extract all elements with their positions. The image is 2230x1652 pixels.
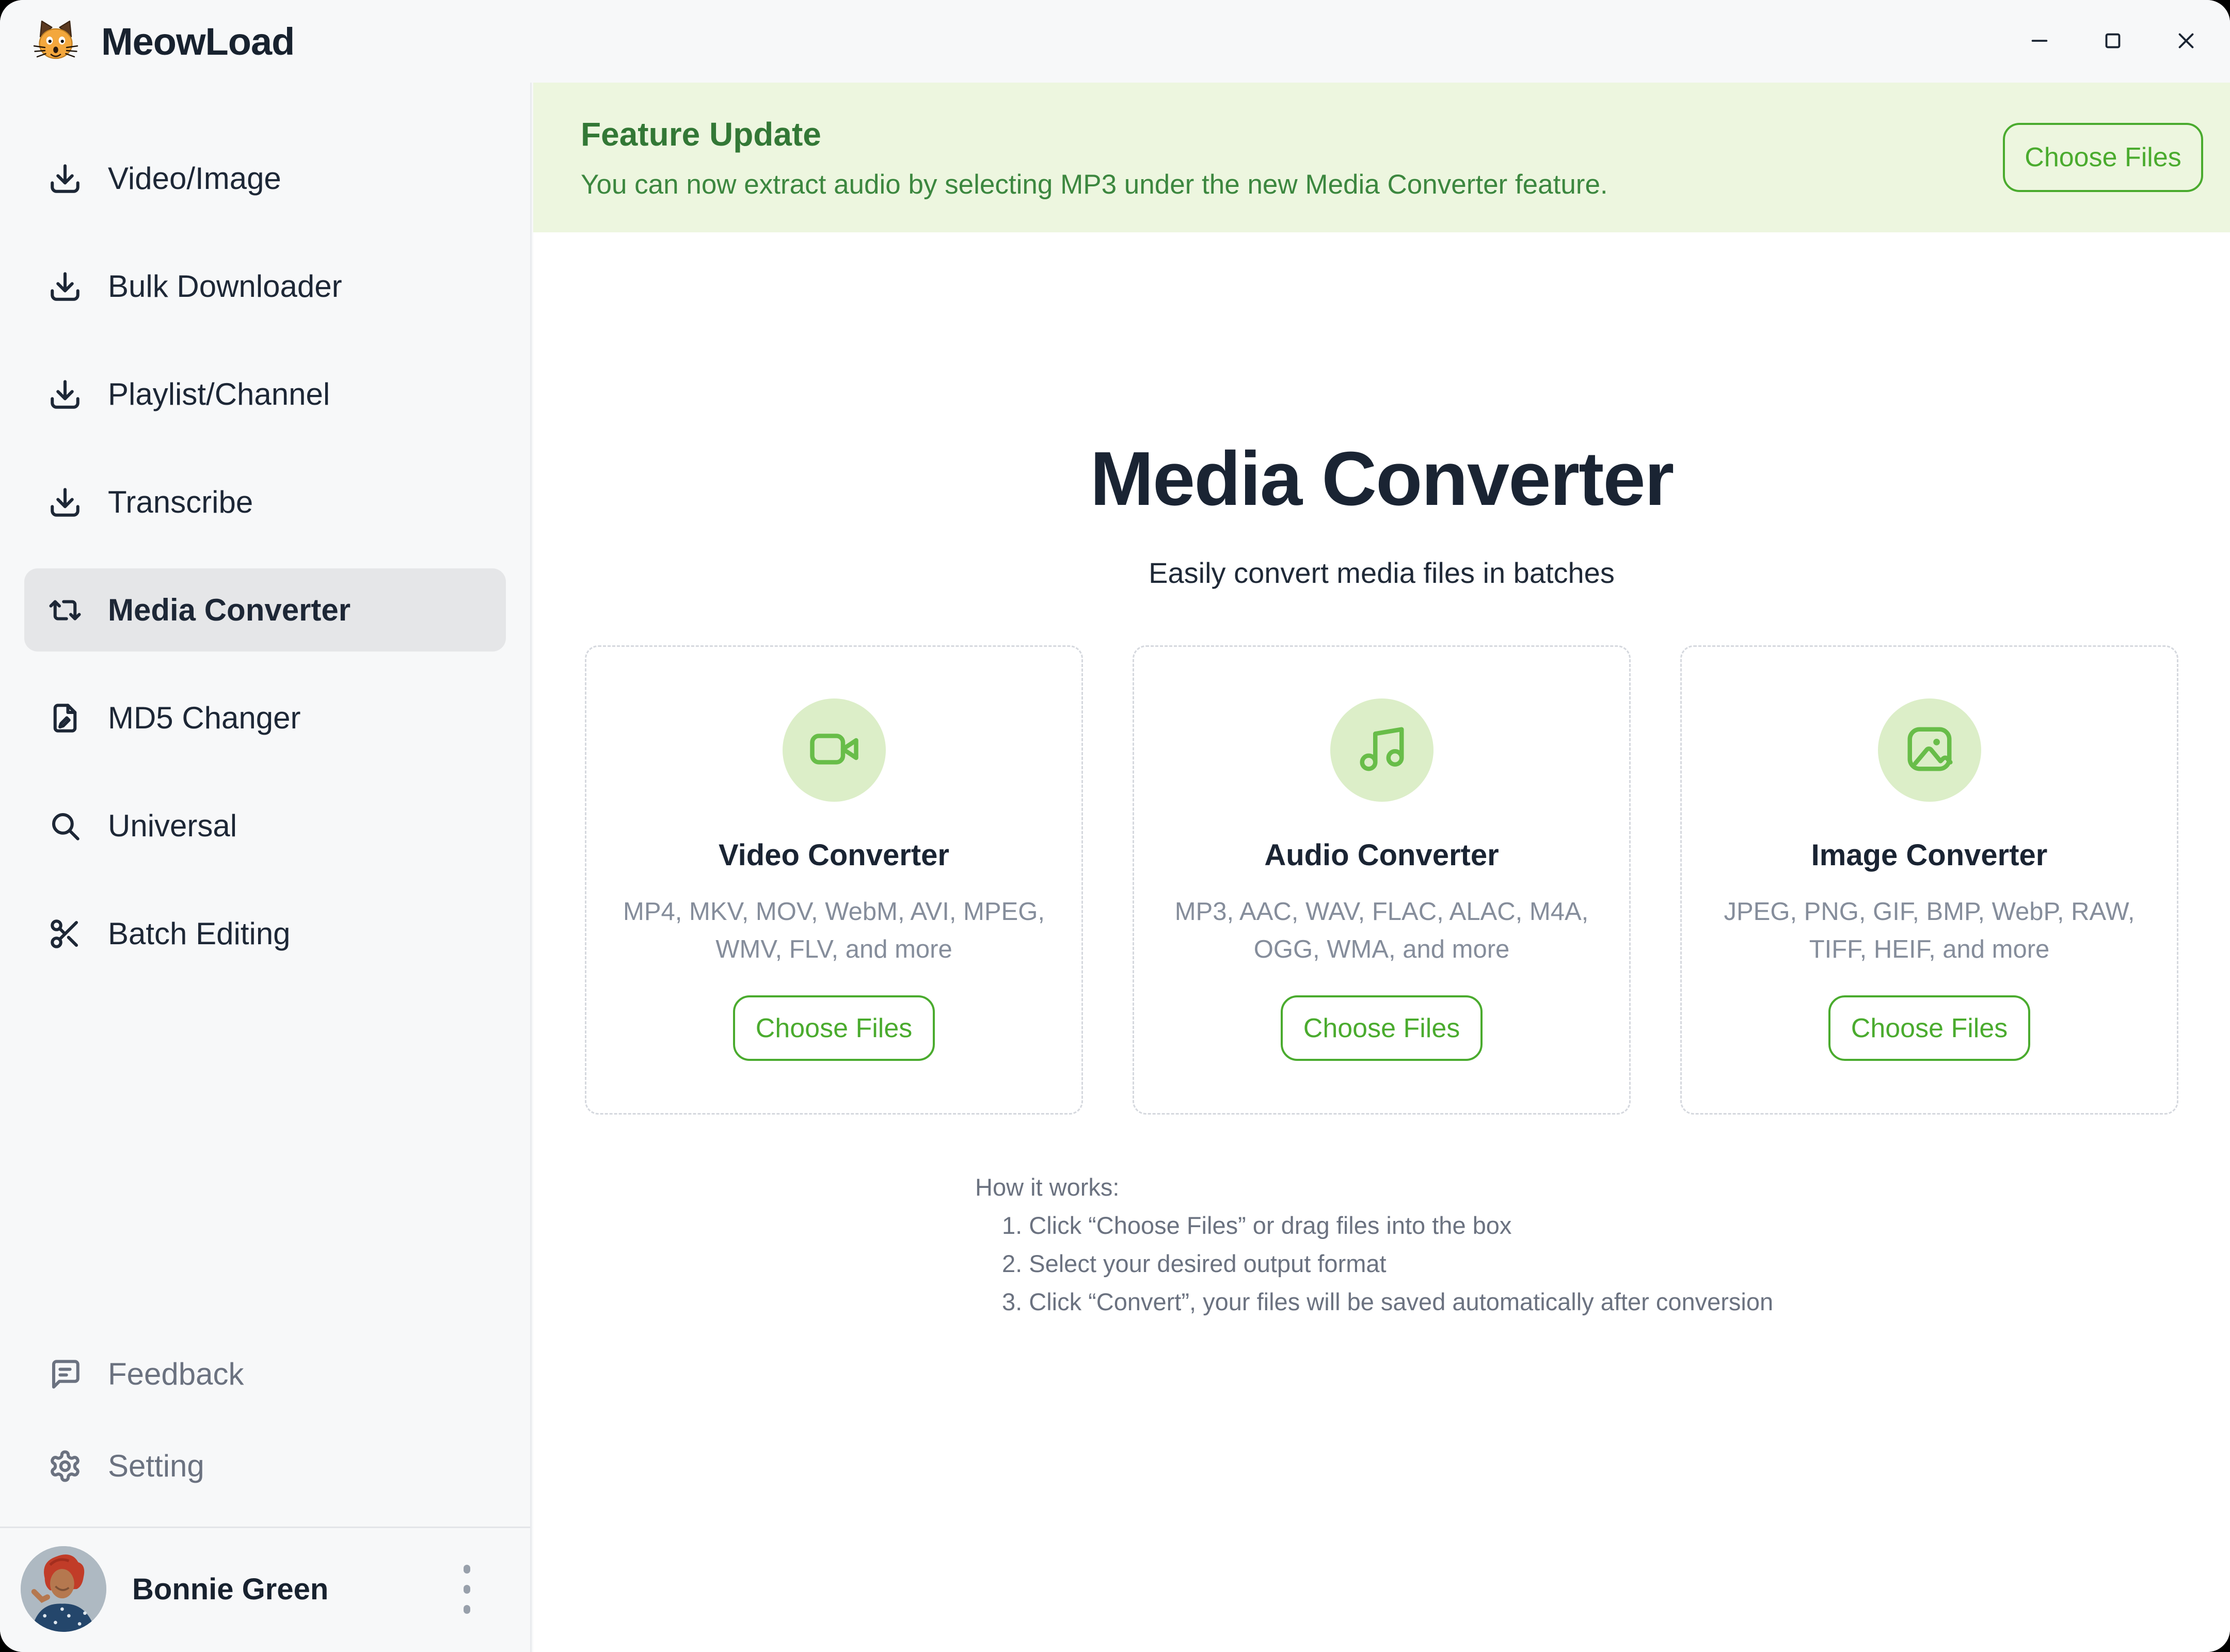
- sidebar-item-label: Feedback: [108, 1356, 244, 1392]
- card-formats: MP3, AAC, WAV, FLAC, ALAC, M4A, OGG, WMA…: [1158, 893, 1605, 968]
- file-pen-icon: [48, 701, 82, 735]
- card-formats: JPEG, PNG, GIF, BMP, WebP, RAW, TIFF, HE…: [1706, 893, 2153, 968]
- image-icon: [1903, 723, 1956, 778]
- video-camera-icon: [808, 723, 861, 778]
- sidebar-item-label: Playlist/Channel: [108, 376, 330, 412]
- download-icon: [48, 485, 82, 519]
- banner-message: You can now extract audio by selecting M…: [581, 169, 1608, 200]
- sidebar-item-label: Batch Editing: [108, 916, 291, 951]
- banner-choose-files-button[interactable]: Choose Files: [2003, 123, 2203, 192]
- download-icon: [48, 269, 82, 304]
- audio-choose-files-button[interactable]: Choose Files: [1281, 995, 1483, 1061]
- repeat-icon: [48, 593, 82, 627]
- converter-cards: Video Converter MP4, MKV, MOV, WebM, AVI…: [533, 645, 2230, 1115]
- page-subtitle: Easily convert media files in batches: [533, 556, 2230, 590]
- video-choose-files-button[interactable]: Choose Files: [733, 995, 935, 1061]
- sidebar-item-label: Transcribe: [108, 484, 253, 520]
- close-icon: [2174, 29, 2198, 54]
- app-window: MeowLoad: [0, 0, 2230, 1652]
- sidebar-divider: [0, 1527, 530, 1528]
- sidebar-item-media-converter[interactable]: Media Converter: [24, 568, 506, 652]
- sidebar: Video/Image Bulk Downloader Playlist/Cha…: [0, 83, 532, 1652]
- card-title: Audio Converter: [1158, 838, 1605, 872]
- main-content: Media Converter Easily convert media fil…: [533, 232, 2230, 1652]
- cat-logo-icon: [31, 17, 81, 66]
- icon-circle: [1878, 698, 1981, 802]
- card-title: Video Converter: [610, 838, 1058, 872]
- sidebar-item-universal[interactable]: Universal: [24, 784, 506, 867]
- feature-update-banner: Feature Update You can now extract audio…: [533, 83, 2230, 232]
- sidebar-item-playlist-channel[interactable]: Playlist/Channel: [24, 353, 506, 436]
- window-controls: [2025, 26, 2201, 57]
- how-it-works-heading: How it works:: [975, 1168, 2230, 1206]
- banner-title: Feature Update: [581, 115, 1608, 153]
- sidebar-item-label: Bulk Downloader: [108, 268, 342, 304]
- sidebar-item-md5-changer[interactable]: MD5 Changer: [24, 676, 506, 759]
- chat-bubble-icon: [48, 1357, 82, 1391]
- card-formats: MP4, MKV, MOV, WebM, AVI, MPEG, WMV, FLV…: [610, 893, 1058, 968]
- sidebar-item-bulk-downloader[interactable]: Bulk Downloader: [24, 245, 506, 328]
- sidebar-nav: Video/Image Bulk Downloader Playlist/Cha…: [0, 83, 530, 1000]
- card-title: Image Converter: [1706, 838, 2153, 872]
- titlebar: MeowLoad: [0, 0, 2230, 83]
- sidebar-item-batch-editing[interactable]: Batch Editing: [24, 892, 506, 975]
- how-it-works-step: 1. Click “Choose Files” or drag files in…: [1002, 1206, 2230, 1245]
- maximize-button[interactable]: [2098, 26, 2128, 57]
- maximize-icon: [2101, 29, 2125, 54]
- how-it-works-step: 2. Select your desired output format: [1002, 1245, 2230, 1283]
- sidebar-item-feedback[interactable]: Feedback: [24, 1332, 506, 1416]
- user-row[interactable]: Bonnie Green: [21, 1543, 509, 1635]
- sidebar-item-label: Video/Image: [108, 161, 281, 196]
- app-title: MeowLoad: [101, 20, 294, 63]
- sidebar-item-transcribe[interactable]: Transcribe: [24, 460, 506, 544]
- sidebar-item-label: Setting: [108, 1448, 204, 1484]
- sidebar-item-setting[interactable]: Setting: [24, 1424, 506, 1507]
- sidebar-item-label: Media Converter: [108, 592, 351, 628]
- audio-converter-card[interactable]: Audio Converter MP3, AAC, WAV, FLAC, ALA…: [1133, 645, 1631, 1115]
- icon-circle: [783, 698, 886, 802]
- icon-circle: [1330, 698, 1433, 802]
- music-note-icon: [1356, 723, 1408, 778]
- sidebar-footer: Feedback Setting: [0, 1332, 530, 1652]
- how-it-works: How it works: 1. Click “Choose Files” or…: [975, 1168, 2230, 1321]
- minimize-button[interactable]: [2025, 26, 2054, 57]
- image-converter-card[interactable]: Image Converter JPEG, PNG, GIF, BMP, Web…: [1680, 645, 2178, 1115]
- download-icon: [48, 162, 82, 196]
- close-button[interactable]: [2171, 26, 2201, 57]
- search-icon: [48, 809, 82, 843]
- page-title: Media Converter: [533, 435, 2230, 523]
- kebab-menu-icon[interactable]: [458, 1560, 475, 1619]
- image-choose-files-button[interactable]: Choose Files: [1828, 995, 2030, 1061]
- app-brand: MeowLoad: [31, 17, 294, 66]
- how-it-works-step: 3. Click “Convert”, your files will be s…: [1002, 1283, 2230, 1321]
- sidebar-item-video-image[interactable]: Video/Image: [24, 137, 506, 220]
- minimize-icon: [2028, 29, 2051, 54]
- download-icon: [48, 377, 82, 411]
- sidebar-item-label: Universal: [108, 808, 237, 844]
- avatar: [21, 1546, 106, 1632]
- banner-text: Feature Update You can now extract audio…: [581, 115, 1608, 200]
- video-converter-card[interactable]: Video Converter MP4, MKV, MOV, WebM, AVI…: [585, 645, 1083, 1115]
- user-name: Bonnie Green: [132, 1572, 328, 1607]
- scissors-icon: [48, 917, 82, 951]
- gear-icon: [48, 1449, 82, 1483]
- sidebar-item-label: MD5 Changer: [108, 700, 301, 736]
